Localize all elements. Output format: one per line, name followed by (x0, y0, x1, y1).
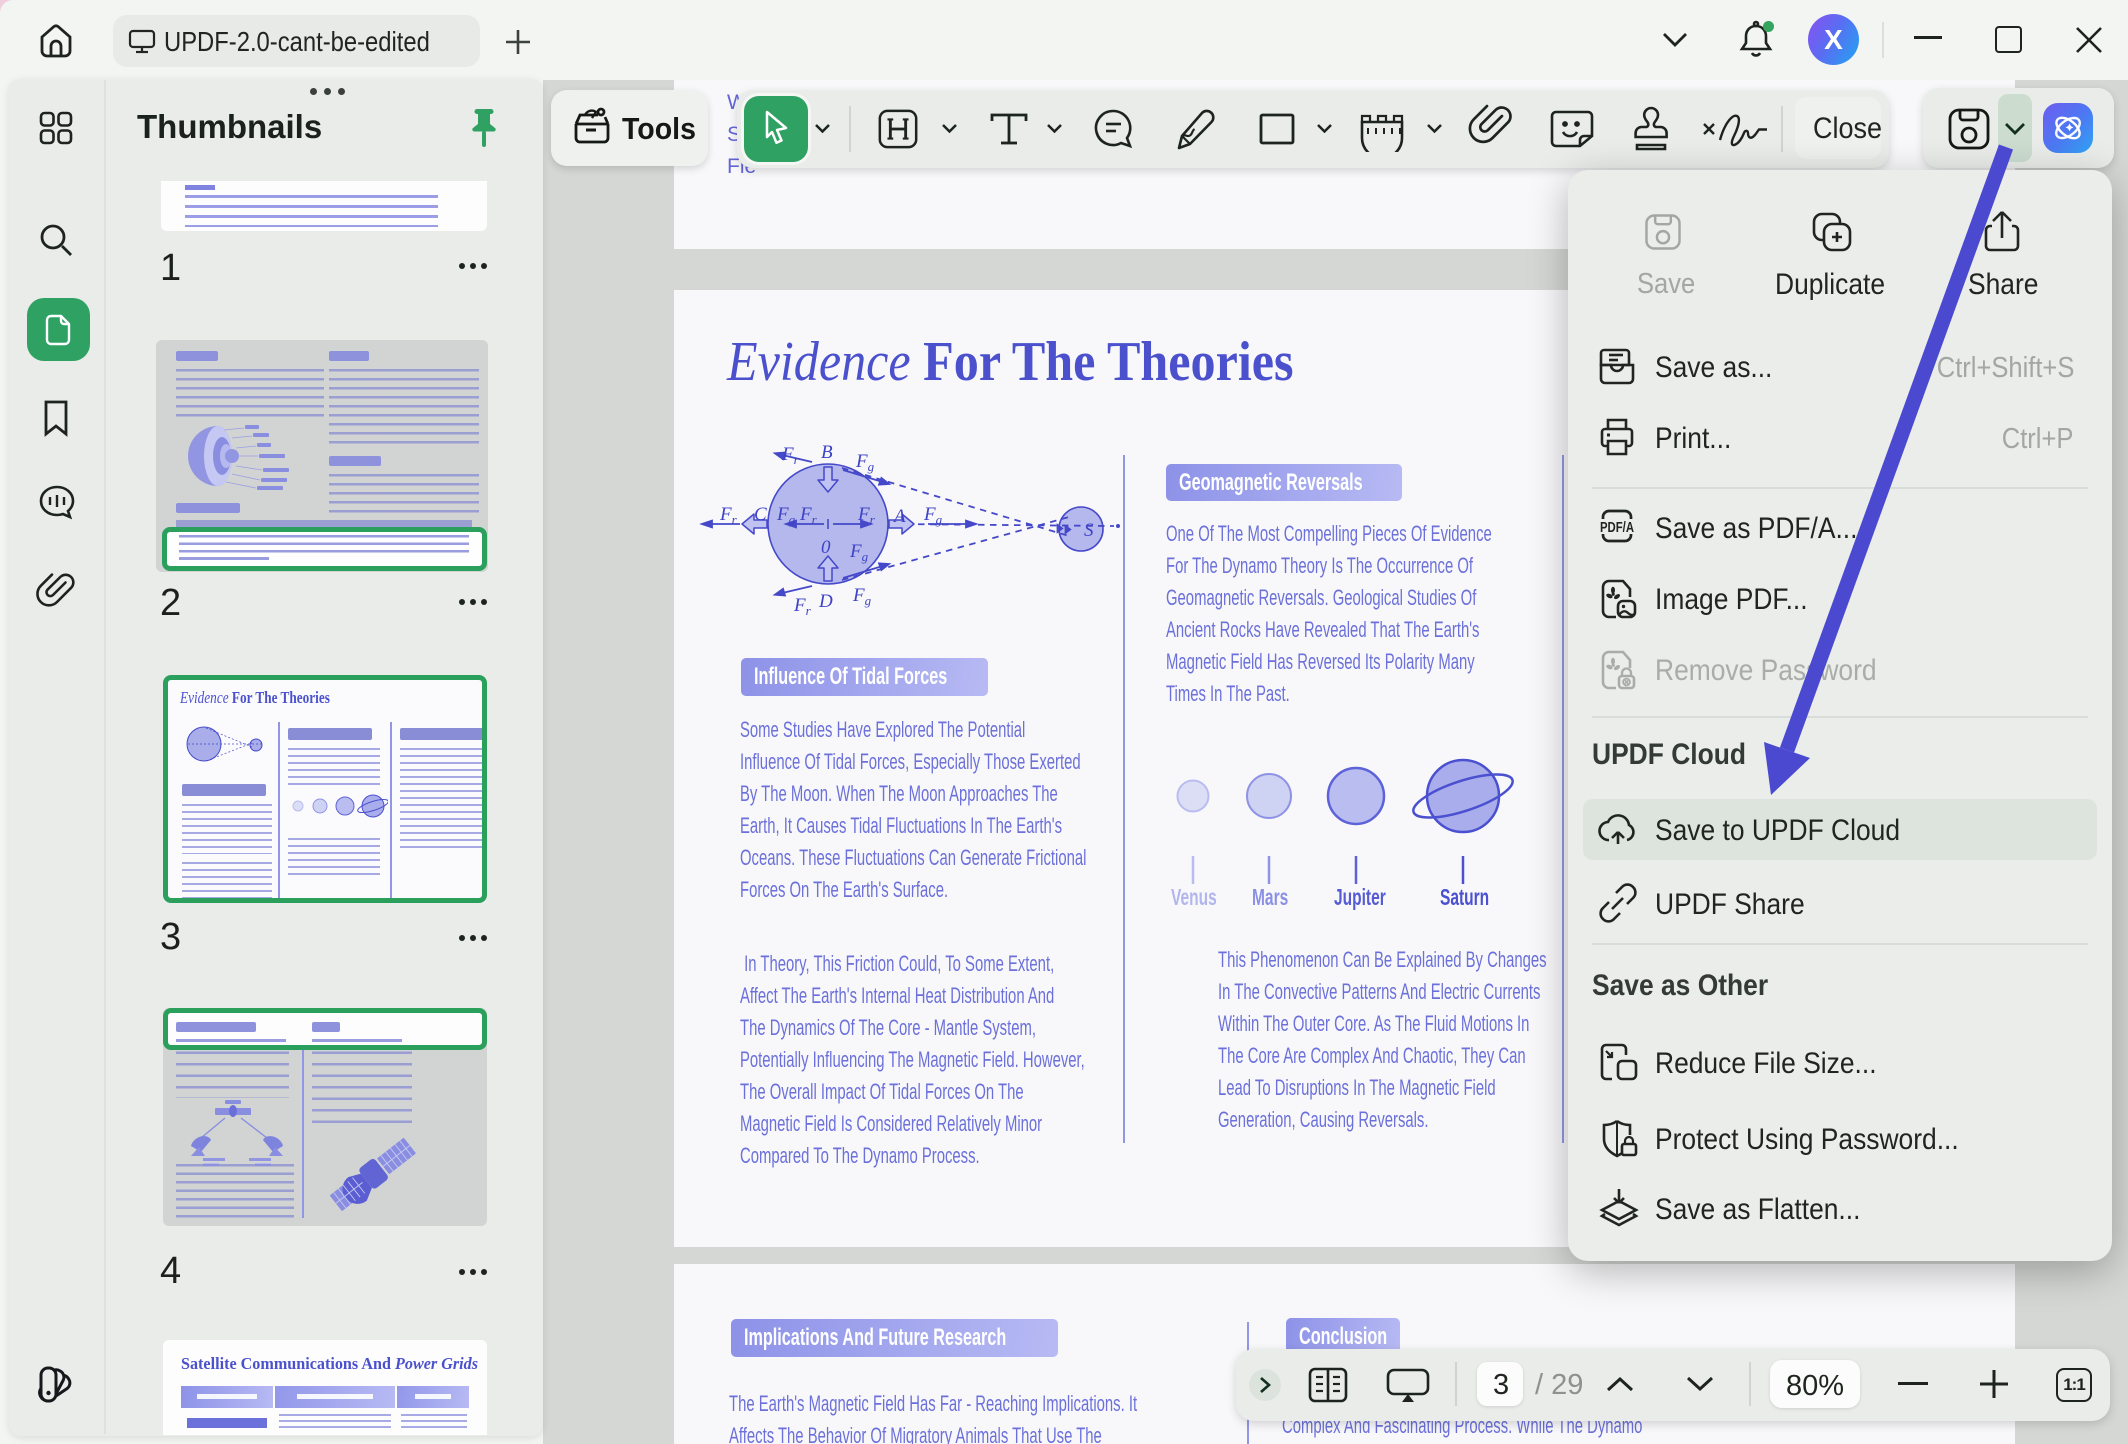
svg-text:A: A (892, 506, 906, 527)
svg-text:B: B (821, 442, 833, 463)
svg-text:Fg: Fg (852, 585, 872, 608)
svg-text:Fr: Fr (793, 595, 812, 618)
svg-text:Fr: Fr (781, 444, 800, 467)
svg-text:D: D (818, 591, 833, 612)
svg-text:S: S (1084, 520, 1094, 541)
svg-text:Fr: Fr (719, 504, 738, 527)
svg-text:0: 0 (821, 537, 831, 558)
svg-text:Fg: Fg (923, 504, 943, 527)
svg-text:PDF/A: PDF/A (1600, 520, 1634, 536)
svg-text:C: C (754, 504, 767, 525)
svg-text:Fg: Fg (855, 451, 875, 474)
